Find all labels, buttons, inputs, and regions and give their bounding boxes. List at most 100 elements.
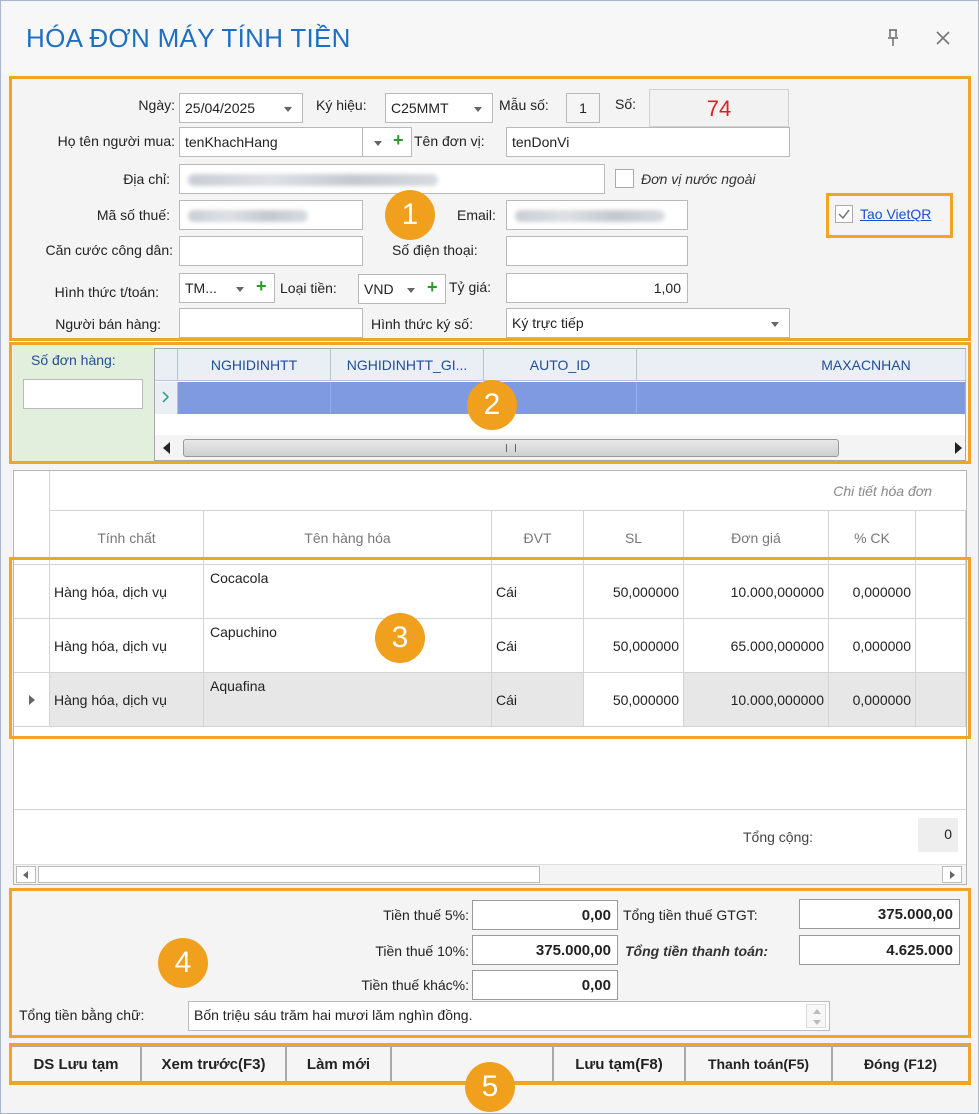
cccd-label: Căn cước công dân: [45, 242, 173, 258]
add-icon[interactable]: + [427, 277, 438, 298]
lam-moi-button[interactable]: Làm mới [286, 1046, 391, 1082]
add-icon[interactable]: + [256, 276, 267, 297]
close-icon[interactable] [935, 30, 951, 46]
nuocngoai-checkbox[interactable] [615, 169, 634, 188]
xem-truoc-button[interactable]: Xem trước(F3) [141, 1046, 286, 1082]
scrollbar-thumb[interactable] [38, 866, 540, 883]
scroll-down-icon[interactable] [813, 1020, 821, 1025]
htks-select[interactable]: Ký trực tiếp [506, 308, 790, 338]
cell-tenhanghoa[interactable]: Aquafina [204, 673, 492, 727]
column-header[interactable]: AUTO_ID [484, 349, 637, 381]
grid-cell[interactable] [916, 565, 966, 619]
so-box: 74 [649, 89, 789, 127]
cell-dvt[interactable]: Cái [492, 619, 584, 673]
sodonhang-input[interactable] [23, 379, 143, 409]
column-header[interactable]: Tên hàng hóa [204, 511, 492, 565]
nguoimua-dropdown[interactable]: + [362, 127, 412, 157]
grid-cell[interactable] [178, 382, 331, 414]
cell-sl[interactable]: 50,000000 [584, 619, 684, 673]
bangchu-field[interactable]: Bốn triệu sáu trăm hai mươi lăm nghìn đồ… [188, 1001, 830, 1031]
sdt-input[interactable] [506, 236, 688, 266]
donvi-input[interactable]: tenDonVi [506, 127, 790, 157]
nguoimua-label: Họ tên người mua: [57, 133, 175, 149]
cell-ck[interactable]: 0,000000 [829, 619, 916, 673]
cell-sl[interactable]: 50,000000 [584, 673, 684, 727]
scroll-left-button[interactable] [16, 866, 36, 883]
order-grid[interactable]: NGHIDINHTT NGHIDINHTT_GI... AUTO_ID MAXA… [154, 348, 966, 461]
row-indicator[interactable] [14, 565, 50, 619]
column-header[interactable]: % CK [829, 511, 916, 565]
mauso-field: 1 [566, 93, 600, 123]
diachi-input[interactable] [179, 164, 605, 194]
pin-icon[interactable] [886, 29, 900, 47]
cell-dongia[interactable]: 10.000,000000 [684, 565, 829, 619]
ngay-date-picker[interactable]: 25/04/2025 [179, 93, 303, 123]
grid-cell[interactable] [637, 382, 966, 414]
thanhtoan-value: 4.625.000 [799, 935, 960, 965]
scroll-right-button[interactable] [942, 866, 962, 883]
column-header[interactable]: NGHIDINHTT [178, 349, 331, 381]
scroll-left-icon[interactable] [163, 442, 170, 454]
cell-tenhanghoa[interactable]: Cocacola [204, 565, 492, 619]
cell-ck[interactable]: 0,000000 [829, 673, 916, 727]
redacted-text [515, 210, 665, 222]
grid-cell[interactable] [331, 382, 484, 414]
bangchu-text: Bốn triệu sáu trăm hai mươi lăm nghìn đồ… [194, 1007, 473, 1023]
cell-tenhanghoa[interactable]: Capuchino [204, 619, 492, 673]
sdt-label: Số điện thoại: [392, 242, 478, 258]
horizontal-scrollbar[interactable] [14, 864, 966, 884]
httt-select[interactable]: TM... + [179, 273, 275, 303]
thanhtoan-label: Tổng tiền thanh toán: [625, 943, 769, 959]
vietqr-checkbox[interactable] [835, 205, 853, 223]
cell-tinhchat[interactable]: Hàng hóa, dịch vụ [50, 619, 204, 673]
row-indicator[interactable] [14, 619, 50, 673]
ds-luu-tam-button[interactable]: DS Lưu tạm [11, 1046, 141, 1082]
loaitien-label: Loại tiền: [280, 280, 337, 296]
horizontal-scrollbar[interactable] [155, 435, 965, 460]
cell-sl[interactable]: 50,000000 [584, 565, 684, 619]
column-header[interactable]: ĐVT [492, 511, 584, 565]
grid-cell[interactable] [916, 673, 966, 727]
kyhieu-label: Ký hiệu: [316, 97, 367, 113]
masothue-label: Mã số thuế: [96, 207, 170, 223]
nguoiban-input[interactable] [179, 308, 363, 338]
loaitien-select[interactable]: VND + [358, 274, 446, 304]
grid-cell[interactable] [916, 619, 966, 673]
callout-4: 4 [158, 938, 208, 988]
column-header[interactable]: Tính chất [50, 511, 204, 565]
column-header[interactable] [916, 511, 966, 565]
cell-dongia[interactable]: 10.000,000000 [684, 673, 829, 727]
ngay-label: Ngày: [138, 97, 175, 113]
cccd-input[interactable] [179, 236, 363, 266]
row-indicator[interactable] [155, 382, 178, 414]
cell-dvt[interactable]: Cái [492, 673, 584, 727]
text-scrollbar[interactable] [806, 1004, 826, 1028]
kyhieu-select[interactable]: C25MMT [385, 93, 493, 123]
column-header[interactable]: NGHIDINHTT_GI... [331, 349, 484, 381]
column-header[interactable]: SL [584, 511, 684, 565]
email-input[interactable] [506, 200, 688, 230]
masothue-input[interactable] [179, 200, 363, 230]
tygia-input[interactable]: 1,00 [506, 273, 688, 303]
scroll-up-icon[interactable] [813, 1009, 821, 1014]
thanh-toan-button[interactable]: Thanh toán(F5) [685, 1046, 832, 1082]
httt-value: TM... [185, 280, 217, 296]
httt-label: Hình thức t/toán: [54, 284, 159, 300]
scrollbar-thumb[interactable] [183, 439, 839, 457]
column-header[interactable]: Đơn giá [684, 511, 829, 565]
cell-dvt[interactable]: Cái [492, 565, 584, 619]
vietqr-link[interactable]: Tao VietQR [860, 206, 931, 222]
luu-tam-button[interactable]: Lưu tạm(F8) [553, 1046, 685, 1082]
cell-tinhchat[interactable]: Hàng hóa, dịch vụ [50, 673, 204, 727]
detail-grid[interactable]: Chi tiết hóa đơn Tính chất Tên hàng hóa … [13, 470, 967, 885]
cell-dongia[interactable]: 65.000,000000 [684, 619, 829, 673]
nguoimua-input[interactable]: tenKhachHang [179, 127, 363, 157]
footer-divider [14, 809, 966, 810]
add-icon[interactable]: + [393, 130, 404, 151]
cell-ck[interactable]: 0,000000 [829, 565, 916, 619]
scroll-right-icon[interactable] [955, 442, 962, 454]
column-header[interactable]: MAXACNHAN [637, 349, 966, 381]
row-indicator[interactable] [14, 673, 50, 727]
dong-button[interactable]: Đóng (F12) [832, 1046, 969, 1082]
cell-tinhchat[interactable]: Hàng hóa, dịch vụ [50, 565, 204, 619]
